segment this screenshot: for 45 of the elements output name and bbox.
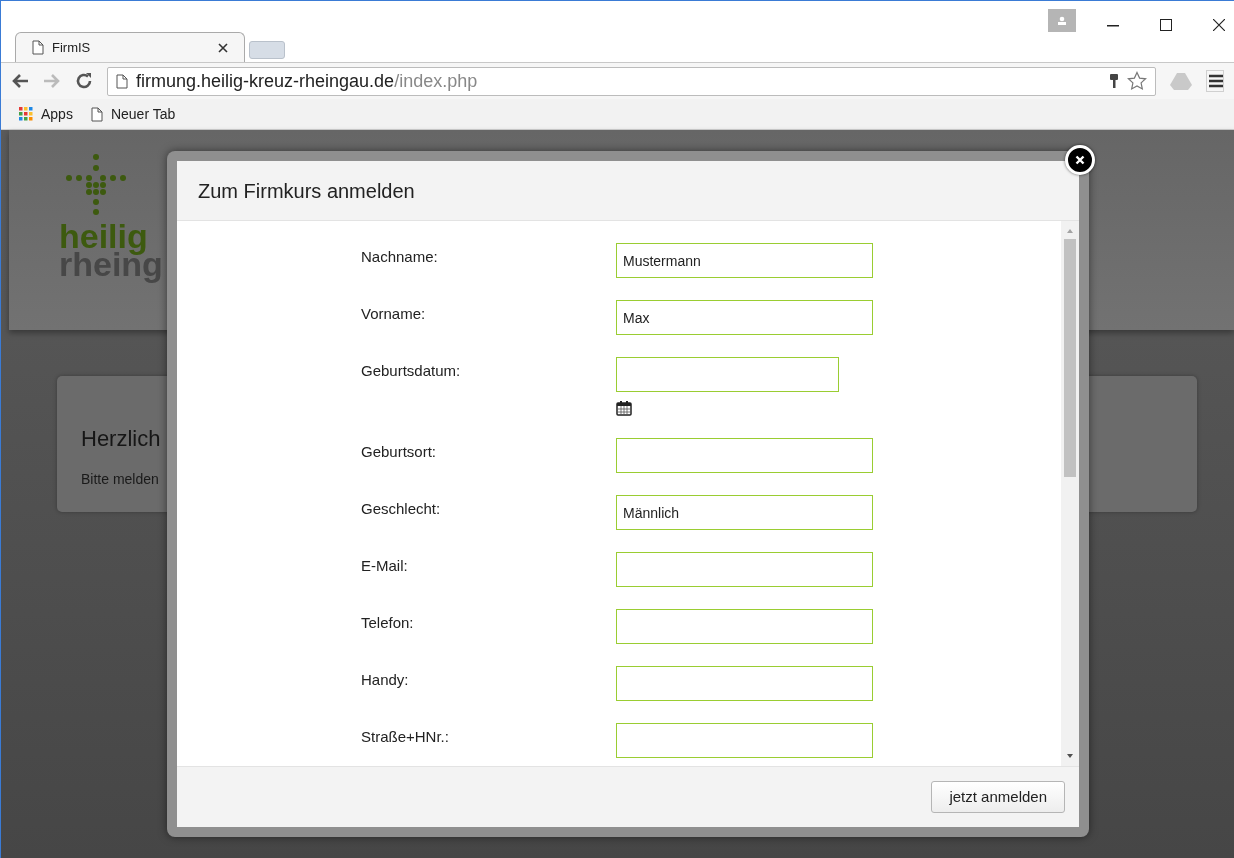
page-icon (90, 106, 103, 122)
input-field[interactable] (616, 609, 873, 644)
input-field[interactable] (616, 552, 873, 587)
input-field[interactable] (616, 438, 873, 473)
field-label: Geburtsort: (361, 442, 438, 462)
close-icon (1075, 155, 1085, 165)
reload-icon[interactable] (75, 72, 93, 90)
input-field[interactable]: Mustermann (616, 243, 873, 278)
input-field[interactable]: Max (616, 300, 873, 335)
input-field[interactable] (616, 666, 873, 701)
submit-button[interactable]: jetzt anmelden (931, 781, 1065, 813)
browser-tab[interactable]: FirmIS (15, 32, 245, 62)
field-label: Straße+HNr.: (361, 727, 450, 747)
minimize-icon[interactable] (1107, 25, 1119, 27)
input-field[interactable]: Männlich (616, 495, 873, 530)
card-text: Bitte melden (81, 470, 159, 489)
star-icon[interactable] (1127, 71, 1147, 91)
calendar-icon[interactable] (616, 400, 632, 416)
key-icon[interactable] (1109, 73, 1119, 89)
card-heading: Herzlich (81, 425, 161, 453)
input-field[interactable] (616, 723, 873, 758)
dialog-title: Zum Firmkurs anmelden (198, 178, 415, 204)
page-icon (32, 40, 44, 55)
bookmark-link[interactable]: Neuer Tab (90, 103, 176, 125)
dotted-cross-logo-icon (65, 154, 127, 216)
scrollbar[interactable] (1061, 221, 1079, 766)
page-icon (116, 73, 128, 89)
bookmark-link[interactable]: Apps (19, 103, 73, 125)
field-label: Nachname: (361, 247, 439, 267)
address-bar[interactable]: firmung.heilig-kreuz-rheingau.de/index.php (107, 66, 1156, 96)
field-label: Handy: (361, 670, 410, 690)
back-arrow-icon[interactable] (11, 73, 29, 89)
field-label: Telefon: (361, 613, 415, 633)
field-label: Geschlecht: (361, 499, 442, 519)
field-label: Vorname: (361, 304, 427, 324)
field-label: Geburtsdatum: (361, 361, 462, 381)
person-icon (1057, 15, 1067, 26)
url-text: firmung.heilig-kreuz-rheingau.de/index.php (136, 69, 479, 93)
close-icon[interactable] (218, 42, 228, 53)
field-label: E-Mail: (361, 556, 409, 576)
close-icon[interactable] (1213, 19, 1225, 31)
input-field[interactable] (616, 357, 839, 392)
apps-grid-icon (19, 107, 33, 121)
menu-icon[interactable] (1206, 70, 1224, 92)
maximize-icon[interactable] (1160, 19, 1172, 31)
